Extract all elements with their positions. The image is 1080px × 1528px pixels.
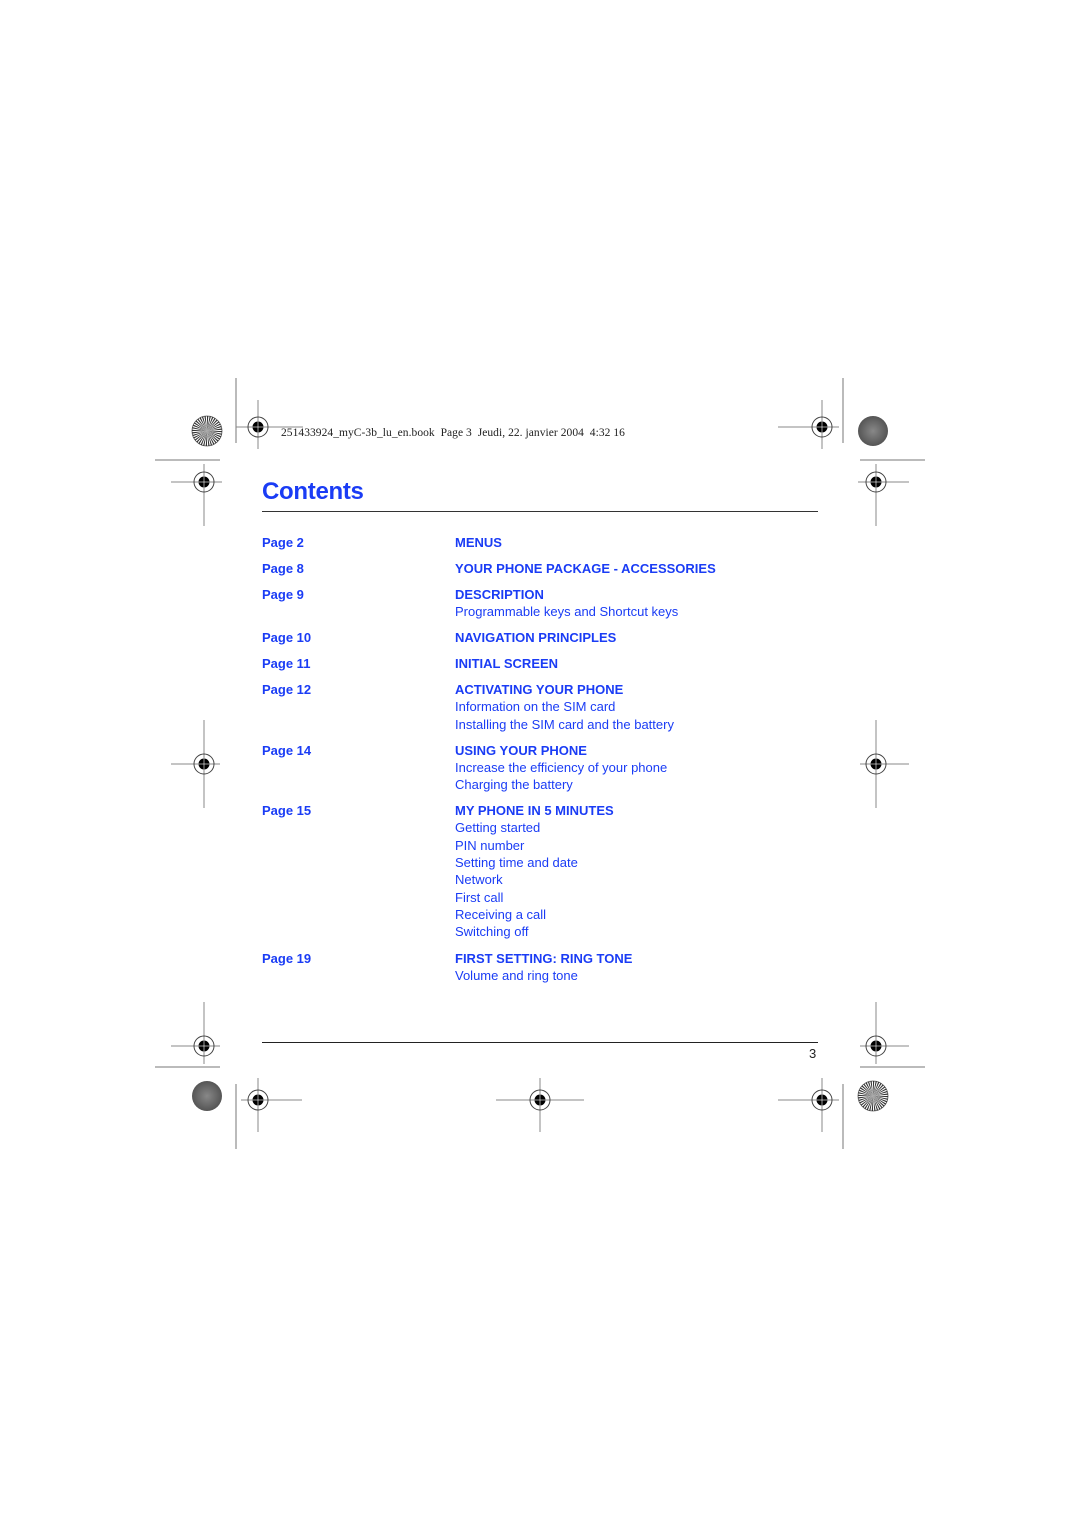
toc-subsection[interactable]: Increase the efficiency of your phone	[455, 759, 822, 776]
registration-crosshair-icon	[858, 464, 909, 526]
registration-crosshair-icon	[860, 1002, 909, 1064]
toc-page-link[interactable]: Page 10	[262, 629, 311, 646]
toc-entry-body: DESCRIPTION Programmable keys and Shortcu…	[455, 586, 822, 620]
toc-subsection[interactable]: Programmable keys and Shortcut keys	[455, 603, 822, 620]
toc-entry-body: MY PHONE IN 5 MINUTES Getting started PIN …	[455, 802, 822, 940]
toc-section-heading[interactable]: ACTIVATING YOUR PHONE	[455, 681, 822, 698]
toc-subsection[interactable]: Charging the battery	[455, 776, 822, 793]
registration-crosshair-icon	[241, 1078, 302, 1132]
toc-subsection[interactable]: Setting time and date	[455, 854, 822, 871]
toc-subsection[interactable]: First call	[455, 889, 822, 906]
toc-subsection[interactable]: Installing the SIM card and the battery	[455, 716, 822, 733]
toc-section-heading[interactable]: USING YOUR PHONE	[455, 742, 822, 759]
registration-crosshair-icon	[860, 720, 909, 808]
table-of-contents: Page 2 MENUS Page 8 YOUR PHONE PACKAGE - AC…	[262, 534, 822, 984]
toc-entry: Page 19 FIRST SETTING: RING TONE Volume an…	[262, 950, 822, 984]
gray-disc-icon	[192, 1081, 222, 1111]
footer-divider	[262, 1042, 818, 1043]
registration-crosshair-icon	[236, 400, 303, 449]
toc-page-link[interactable]: Page 9	[262, 586, 304, 603]
toc-entry-body: YOUR PHONE PACKAGE - ACCESSORIES	[455, 560, 822, 577]
toc-entry-body: NAVIGATION PRINCIPLES	[455, 629, 822, 646]
registration-crosshair-icon	[171, 720, 220, 808]
registration-crosshair-icon	[171, 1002, 220, 1064]
registration-crosshair-icon	[496, 1078, 584, 1132]
title-divider	[262, 511, 818, 512]
toc-section-heading[interactable]: DESCRIPTION	[455, 586, 822, 603]
toc-section-heading[interactable]: NAVIGATION PRINCIPLES	[455, 629, 822, 646]
toc-entry: Page 2 MENUS	[262, 534, 822, 551]
toc-page-link[interactable]: Page 12	[262, 681, 311, 698]
book-file-header: 251433924_myC-3b_lu_en.book Page 3 Jeudi…	[281, 427, 625, 439]
toc-entry-body: MENUS	[455, 534, 822, 551]
toc-page-link[interactable]: Page 19	[262, 950, 311, 967]
toc-page-link[interactable]: Page 15	[262, 802, 311, 819]
toc-entry: Page 11 INITIAL SCREEN	[262, 655, 822, 672]
toc-page-link[interactable]: Page 14	[262, 742, 311, 759]
toc-subsection[interactable]: PIN number	[455, 837, 822, 854]
toc-entry-body: FIRST SETTING: RING TONE Volume and ring …	[455, 950, 822, 984]
toc-entry-body: USING YOUR PHONE Increase the efficiency …	[455, 742, 822, 794]
registration-crosshair-icon	[171, 464, 222, 526]
toc-entry: Page 12 ACTIVATING YOUR PHONE Information …	[262, 681, 822, 733]
toc-subsection[interactable]: Volume and ring tone	[455, 967, 822, 984]
toc-subsection[interactable]: Getting started	[455, 819, 822, 836]
registration-crosshair-icon	[778, 400, 839, 449]
toc-section-heading[interactable]: INITIAL SCREEN	[455, 655, 822, 672]
toc-page-link[interactable]: Page 8	[262, 560, 304, 577]
toc-subsection[interactable]: Network	[455, 871, 822, 888]
page-number: 3	[809, 1046, 817, 1061]
toc-subsection[interactable]: Switching off	[455, 923, 822, 940]
toc-entry: Page 15 MY PHONE IN 5 MINUTES Getting star…	[262, 802, 822, 940]
toc-subsection[interactable]: Receiving a call	[455, 906, 822, 923]
toc-entry: Page 10 NAVIGATION PRINCIPLES	[262, 629, 822, 646]
toc-section-heading[interactable]: YOUR PHONE PACKAGE - ACCESSORIES	[455, 560, 822, 577]
toc-subsection[interactable]: Information on the SIM card	[455, 698, 822, 715]
starburst-target-icon	[857, 1080, 889, 1112]
toc-entry-body: INITIAL SCREEN	[455, 655, 822, 672]
toc-section-heading[interactable]: MENUS	[455, 534, 822, 551]
toc-entry: Page 8 YOUR PHONE PACKAGE - ACCESSORIES	[262, 560, 822, 577]
registration-crosshair-icon	[778, 1078, 839, 1132]
starburst-target-icon	[191, 415, 223, 447]
gray-disc-icon	[858, 416, 888, 446]
toc-section-heading[interactable]: MY PHONE IN 5 MINUTES	[455, 802, 822, 819]
toc-page-link[interactable]: Page 11	[262, 655, 310, 672]
toc-page-link[interactable]: Page 2	[262, 534, 304, 551]
toc-entry: Page 14 USING YOUR PHONE Increase the effi…	[262, 742, 822, 794]
toc-section-heading[interactable]: FIRST SETTING: RING TONE	[455, 950, 822, 967]
toc-entry: Page 9 DESCRIPTION Programmable keys and S…	[262, 586, 822, 620]
page-title: Contents	[262, 478, 364, 505]
toc-entry-body: ACTIVATING YOUR PHONE Information on the …	[455, 681, 822, 733]
